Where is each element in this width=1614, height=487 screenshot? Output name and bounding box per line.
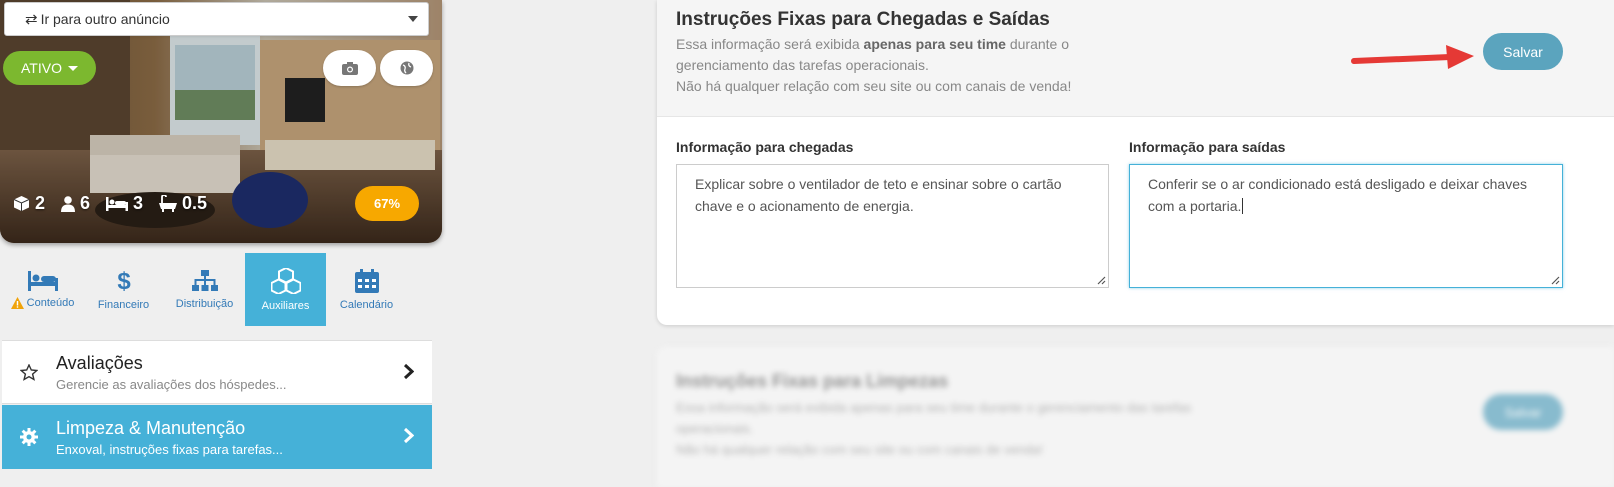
- desc-text: Essa informação será exibida apenas para…: [676, 400, 1192, 436]
- arrival-textarea[interactable]: Explicar sobre o ventilador de teto e en…: [676, 164, 1109, 288]
- camera-icon: [341, 61, 358, 75]
- chevron-down-icon: [67, 65, 78, 71]
- resize-handle-icon[interactable]: [1550, 275, 1560, 285]
- baths-value: 0.5: [182, 193, 208, 213]
- card-title: Instruções Fixas para Chegadas e Saídas: [676, 9, 1050, 30]
- completion-badge: 67%: [355, 186, 419, 221]
- tab-financeiro[interactable]: $ Financeiro: [83, 253, 164, 326]
- listing-stats: 2 6 3 0.5: [13, 193, 207, 214]
- globe-icon: [400, 61, 413, 75]
- resize-handle-icon[interactable]: [1096, 275, 1106, 285]
- tab-auxiliares[interactable]: Auxiliares: [245, 253, 326, 326]
- cube-icon: [13, 196, 30, 211]
- card2-description: Essa informação será exibida apenas para…: [676, 397, 1256, 460]
- listing-panel: ⇄ Ir para outro anúncio ATIVO 2 6 3 0.5 …: [0, 0, 442, 485]
- tab-distribuicao[interactable]: Distribuição: [164, 253, 245, 326]
- photos-button[interactable]: [323, 50, 376, 86]
- desc-note: Não há qualquer relação com seu site ou …: [676, 442, 1044, 457]
- arrival-value: Explicar sobre o ventilador de teto e en…: [695, 176, 1062, 214]
- red-arrow-annotation: [1351, 45, 1474, 69]
- rooms-value: 2: [35, 193, 46, 213]
- tab-auxiliares-label: Auxiliares: [261, 299, 310, 312]
- guests-stat: 6: [61, 193, 90, 214]
- menu-item-title: Avaliações: [56, 352, 143, 373]
- desc-bold: apenas para seu time: [863, 36, 1006, 52]
- baths-stat: 0.5: [159, 193, 207, 214]
- status-dropdown[interactable]: ATIVO: [3, 51, 96, 85]
- exchange-icon: ⇄: [25, 11, 38, 28]
- calendar-icon: [354, 268, 379, 293]
- dollar-icon: $: [117, 269, 131, 293]
- tab-calendario[interactable]: Calendário: [326, 253, 407, 326]
- menu-item-avaliacoes[interactable]: Avaliações Gerencie as avaliações dos hó…: [2, 340, 432, 404]
- departure-textarea[interactable]: Conferir se o ar condicionado está desli…: [1129, 164, 1563, 288]
- goto-listing-label: Ir para outro anúncio: [40, 11, 170, 27]
- card-description: Essa informação será exibida apenas para…: [676, 34, 1096, 97]
- tab-distribuicao-label: Distribuição: [175, 297, 234, 310]
- chevron-down-icon: [408, 16, 418, 22]
- card2-save-button[interactable]: Salvar: [1483, 394, 1563, 430]
- arrival-departure-card: Instruções Fixas para Chegadas e Saídas …: [657, 0, 1614, 325]
- card-header: Instruções Fixas para Chegadas e Saídas …: [657, 0, 1614, 117]
- menu-item-limpeza[interactable]: Limpeza & Manutenção Enxoval, instruções…: [2, 405, 432, 469]
- tab-conteudo-label: Conteúdo: [26, 296, 75, 309]
- chevron-right-icon: [403, 363, 414, 380]
- text-cursor: [1242, 198, 1244, 214]
- desc-text: Essa informação será exibida: [676, 36, 864, 52]
- bed-icon: [27, 270, 58, 291]
- departure-value: Conferir se o ar condicionado está desli…: [1148, 176, 1528, 214]
- chevron-right-icon: [403, 427, 414, 444]
- cubes-icon: [270, 267, 301, 294]
- menu-item-subtitle: Gerencie as avaliações dos hóspedes...: [56, 376, 287, 392]
- star-icon: [20, 363, 38, 381]
- gear-icon: [20, 428, 38, 446]
- map-button[interactable]: [380, 50, 433, 86]
- svg-text:$: $: [117, 269, 131, 293]
- status-label: ATIVO: [21, 60, 62, 76]
- listing-tabs: Conteúdo $ Financeiro Distribuição Auxil…: [0, 253, 442, 327]
- user-icon: [61, 195, 76, 212]
- arrival-label: Informação para chegadas: [676, 139, 854, 155]
- guests-value: 6: [80, 193, 91, 213]
- card2-title: Instruções Fixas para Limpezas: [676, 371, 949, 391]
- sitemap-icon: [191, 269, 218, 291]
- tab-conteudo[interactable]: Conteúdo: [2, 253, 83, 326]
- bathtub-icon: [159, 195, 178, 212]
- desc-note: Não há qualquer relação com seu site ou …: [676, 78, 1072, 94]
- cleaning-instructions-card: Instruções Fixas para Limpezas Essa info…: [657, 347, 1614, 487]
- save-button[interactable]: Salvar: [1483, 33, 1563, 70]
- beds-value: 3: [133, 193, 144, 213]
- beds-stat: 3: [106, 193, 143, 214]
- bed-icon: [106, 196, 129, 211]
- tab-financeiro-label: Financeiro: [97, 298, 150, 311]
- warning-icon: [10, 296, 24, 309]
- menu-item-subtitle: Enxoval, instruções fixas para tarefas..…: [56, 441, 283, 457]
- departure-label: Informação para saídas: [1129, 139, 1286, 155]
- menu-item-title: Limpeza & Manutenção: [56, 417, 246, 438]
- tab-calendario-label: Calendário: [339, 298, 394, 311]
- goto-listing-select[interactable]: ⇄ Ir para outro anúncio: [4, 2, 429, 36]
- rooms-stat: 2: [13, 193, 45, 214]
